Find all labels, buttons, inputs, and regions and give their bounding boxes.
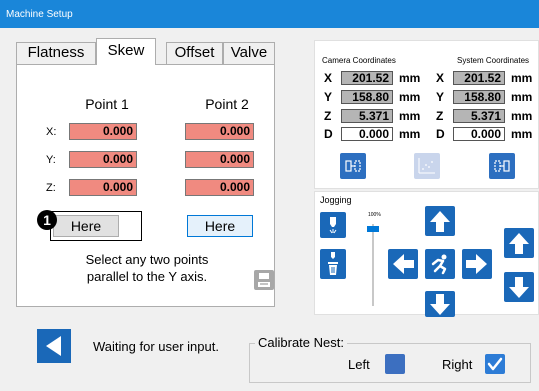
system-z-value: 5.371 [453,109,505,123]
arrow-right-icon [466,254,487,274]
jog-speed-track[interactable] [372,224,374,306]
coordinates-panel: Camera Coordinates System Coordinates X … [314,40,539,189]
row-label-y: Y: [46,154,56,166]
arrow-up-icon [509,233,529,254]
point2-y-field[interactable]: 0.000 [185,151,254,168]
point1-here-button[interactable]: Here [53,215,119,237]
arrow-left-icon [393,254,414,274]
arrow-down-icon [430,294,450,315]
trash-icon [328,252,338,275]
point2-heading: Point 2 [205,96,249,112]
camera-d-value: 0.000 [341,127,393,141]
point1-x-field[interactable]: 0.000 [69,123,137,140]
nest-right-checkbox[interactable] [485,354,505,374]
system-z-label: Z [436,109,444,123]
system-d-value: 0.000 [453,127,505,141]
tab-offset[interactable]: Offset [166,42,223,64]
checkmark-icon [487,357,503,371]
nest-left-label: Left [348,357,370,372]
status-message: Waiting for user input. [93,339,219,354]
camera-z-unit: mm [399,109,421,123]
system-x-value: 201.52 [453,71,505,85]
camera-y-value: 158.80 [341,90,393,104]
instruction-text: Select any two points parallel to the Y … [67,251,227,285]
jogging-title: Jogging [320,195,352,205]
system-x-unit: mm [511,71,533,85]
jog-up-button[interactable] [425,206,455,236]
back-button[interactable] [37,329,71,363]
system-y-label: Y [436,90,445,104]
system-coordinates-title: System Coordinates [457,56,530,65]
tab-flatness[interactable]: Flatness [16,42,96,64]
point2-z-field[interactable]: 0.000 [185,179,254,196]
camera-d-label: D [324,127,333,141]
row-label-z: Z: [46,182,56,194]
window-title: Machine Setup [6,9,73,20]
scatter-measure-button[interactable] [414,153,440,179]
jogging-panel: Jogging 100% [314,191,539,317]
point1-y-field[interactable]: 0.000 [69,151,137,168]
calibrate-nest-legend: Calibrate Nest: [255,335,347,350]
jog-home-button[interactable] [425,249,455,279]
point1-heading: Point 1 [85,96,129,112]
camera-d-unit: mm [399,127,421,141]
running-person-icon [431,254,447,275]
purge-trash-button[interactable] [320,249,346,279]
camera-to-nozzle-button[interactable] [340,153,366,179]
jog-speed-thumb[interactable] [367,226,379,233]
nest-left-checkbox[interactable] [385,354,405,374]
arrow-up-icon [430,211,450,232]
point2-here-button[interactable]: Here [187,215,253,237]
jog-right-button[interactable] [462,249,492,279]
jog-speed-label: 100% [368,212,381,218]
instruction-line-1: Select any two points [85,252,209,267]
system-d-unit: mm [511,127,533,141]
jog-down-button[interactable] [425,291,455,317]
system-z-unit: mm [511,109,533,123]
nest-right-label: Right [442,357,473,372]
camera-x-unit: mm [399,71,421,85]
camera-x-value: 201.52 [341,71,393,85]
z-down-button[interactable] [504,272,534,302]
point2-x-field[interactable]: 0.000 [185,123,254,140]
camera-z-value: 5.371 [341,109,393,123]
camera-y-label: Y [324,90,333,104]
system-y-value: 158.80 [453,90,505,104]
step-badge: 1 [37,210,57,230]
scatter-plot-icon [418,158,435,174]
tab-skew[interactable]: Skew [96,38,156,65]
nozzle-to-camera-button[interactable] [489,153,515,179]
system-x-label: X [436,71,445,85]
dispense-tool-button[interactable] [320,212,346,238]
arrow-down-icon [509,277,529,298]
camera-to-nozzle-icon [345,160,361,172]
window-titlebar: Machine Setup [0,0,539,28]
camera-coordinates-title: Camera Coordinates [322,56,396,65]
tab-valve[interactable]: Valve [223,42,275,64]
nozzle-to-camera-icon [494,160,510,172]
camera-y-unit: mm [399,90,421,104]
jog-left-button[interactable] [388,249,418,279]
system-d-label: D [436,127,445,141]
triangle-left-icon [46,336,61,356]
camera-z-label: Z [324,109,332,123]
instruction-line-2: parallel to the Y axis. [86,269,208,284]
save-skew-button[interactable] [254,270,274,290]
system-y-unit: mm [511,90,533,104]
skew-panel: Point 1 Point 2 X: 0.000 0.000 Y: 0.000 … [16,64,275,307]
point1-z-field[interactable]: 0.000 [69,179,137,196]
floppy-disk-icon [254,270,274,290]
dispense-nozzle-icon [329,217,337,234]
z-up-button[interactable] [504,228,534,258]
row-label-x: X: [46,126,57,138]
camera-x-label: X [324,71,333,85]
